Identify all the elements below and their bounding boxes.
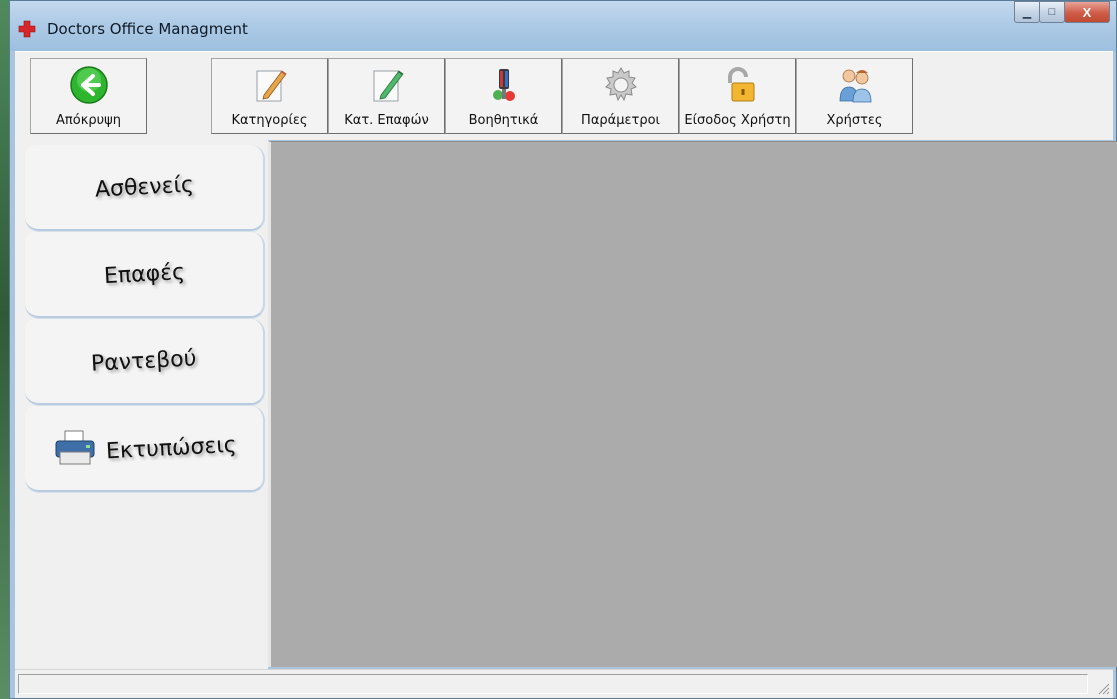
minimize-icon: ▁: [1022, 6, 1032, 19]
categories-label: Κατηγορίες: [231, 113, 308, 128]
status-bar: [15, 669, 1113, 698]
utilities-label: Βοηθητικά: [468, 113, 539, 128]
window-title: Doctors Office Managment: [47, 20, 248, 38]
window-controls: ▁ □ X: [1014, 1, 1110, 31]
printer-icon: [55, 430, 95, 465]
hide-button[interactable]: Απόκρυψη: [30, 58, 147, 134]
status-field: [18, 674, 1088, 694]
close-button[interactable]: X: [1064, 1, 1110, 23]
maximize-icon: □: [1048, 6, 1056, 18]
toolbar: Απόκρυψη Κατηγορίες Κατ. Επαφών Βοηθητικ…: [15, 51, 1113, 140]
contact-categories-button[interactable]: Κατ. Επαφών: [328, 58, 445, 134]
app-window: Doctors Office Managment ▁ □ X Απόκρυψη …: [9, 0, 1117, 699]
login-label: Είσοδος Χρήστη: [684, 113, 791, 128]
notepad-pencil-icon: [256, 70, 287, 102]
sidebar: Ασθενείς Επαφές Ραντεβού Εκτυπώσεις: [15, 139, 268, 669]
sidebar-item-label: Επαφές: [102, 259, 186, 289]
parameters-button[interactable]: Παράμετροι: [562, 58, 679, 134]
title-bar[interactable]: Doctors Office Managment ▁ □ X: [10, 1, 1116, 51]
sidebar-item-prints[interactable]: Εκτυπώσεις: [25, 406, 265, 492]
resize-grip-icon[interactable]: [1096, 681, 1110, 695]
sidebar-item-label: Ασθενείς: [93, 171, 195, 203]
contact-categories-label: Κατ. Επαφών: [344, 113, 429, 128]
back-arrow-icon: [69, 66, 108, 104]
users-icon: [839, 69, 871, 103]
tools-icon: [492, 69, 515, 101]
mdi-workspace[interactable]: [268, 141, 1117, 667]
sidebar-item-contacts[interactable]: Επαφές: [25, 232, 265, 318]
sidebar-item-patients[interactable]: Ασθενείς: [25, 145, 265, 231]
users-button[interactable]: Χρήστες: [796, 58, 913, 134]
hide-label: Απόκρυψη: [56, 113, 121, 128]
gear-icon: [604, 67, 637, 102]
sidebar-item-label: Εκτυπώσεις: [105, 432, 237, 464]
padlock-icon: [727, 67, 754, 102]
minimize-button[interactable]: ▁: [1014, 1, 1040, 23]
sidebar-item-appointments[interactable]: Ραντεβού: [25, 319, 265, 405]
categories-button[interactable]: Κατηγορίες: [211, 58, 328, 134]
red-cross-icon: [18, 20, 36, 38]
login-button[interactable]: Είσοδος Χρήστη: [679, 58, 796, 134]
maximize-button[interactable]: □: [1039, 1, 1065, 23]
close-icon: X: [1082, 4, 1092, 20]
parameters-label: Παράμετροι: [581, 113, 660, 128]
users-label: Χρήστες: [826, 113, 883, 128]
utilities-button[interactable]: Βοηθητικά: [445, 58, 562, 134]
sidebar-item-label: Ραντεβού: [90, 345, 198, 377]
notepad-pencil-icon: [373, 70, 404, 102]
